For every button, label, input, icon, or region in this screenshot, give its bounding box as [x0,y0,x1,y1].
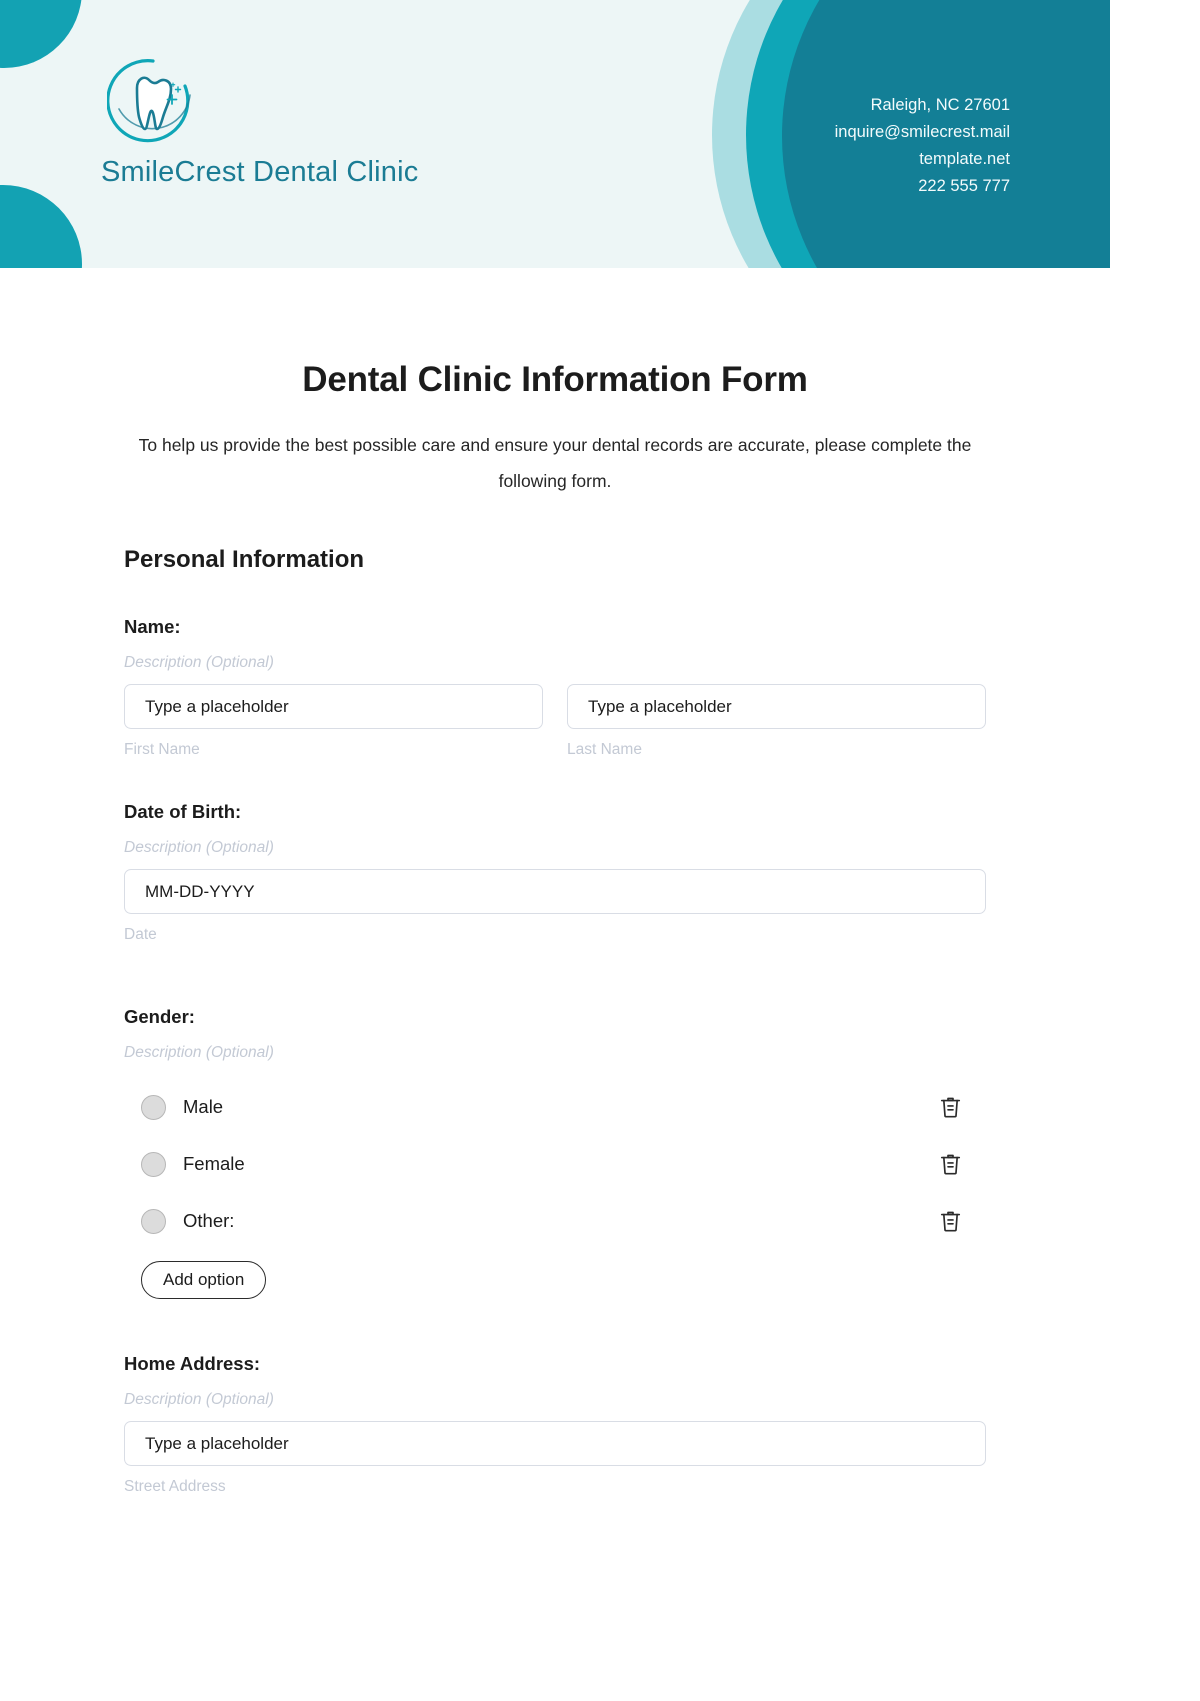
gender-option-other[interactable]: Other: [141,1198,986,1244]
page-subtitle: To help us provide the best possible car… [138,435,972,491]
last-name-sub-label: Last Name [567,741,642,758]
radio-button-female[interactable] [141,1151,166,1177]
radio-button-other[interactable] [141,1208,166,1234]
first-name-column: Type a placeholder First Name [124,684,543,759]
gender-option-female[interactable]: Female [141,1141,986,1187]
section-title-personal-information: Personal Information [124,546,365,573]
contact-email: inquire@smilecrest.mail [834,123,1010,141]
last-name-column: Type a placeholder Last Name [567,684,986,759]
first-name-input[interactable]: Type a placeholder [124,684,543,729]
trash-icon[interactable] [937,1151,964,1178]
field-description-date-of-birth: Description (Optional) [124,839,274,856]
form-content: Dental Clinic Information Form To help u… [0,360,1110,1496]
contact-info: Raleigh, NC 27601 inquire@smilecrest.mai… [835,92,1010,200]
field-gender: Gender: Description (Optional) Male Fema… [124,1006,986,1299]
date-of-birth-input[interactable]: MM-DD-YYYY [124,869,986,914]
form-page: SmileCrest Dental Clinic Raleigh, NC 276… [0,0,1110,1701]
last-name-input[interactable]: Type a placeholder [567,684,986,729]
field-description-name: Description (Optional) [124,654,274,671]
field-label-name: Name: [124,616,181,637]
address-input-row: Type a placeholder Street Address [124,1421,986,1496]
brand-block: SmileCrest Dental Clinic [101,55,521,189]
dob-column: MM-DD-YYYY Date [124,869,986,944]
page-title: Dental Clinic Information Form [302,360,808,399]
field-label-home-address: Home Address: [124,1353,261,1374]
field-label-date-of-birth: Date of Birth: [124,801,242,822]
field-date-of-birth: Date of Birth: Description (Optional) MM… [124,801,986,944]
clinic-name: SmileCrest Dental Clinic [101,156,419,188]
first-name-sub-label: First Name [124,741,200,758]
trash-icon[interactable] [937,1094,964,1121]
dob-input-row: MM-DD-YYYY Date [124,869,986,944]
gender-option-label: Other: [183,1210,235,1231]
decorative-circle-bottom-left [0,185,82,268]
street-address-input[interactable]: Type a placeholder [124,1421,986,1466]
radio-button-male[interactable] [141,1094,166,1120]
field-name: Name: Description (Optional) Type a plac… [124,616,986,759]
gender-options-list: Male Female Other: Add option [124,1084,986,1299]
street-address-column: Type a placeholder Street Address [124,1421,986,1496]
gender-option-label: Male [183,1096,224,1117]
name-input-row: Type a placeholder First Name Type a pla… [124,684,986,759]
field-description-gender: Description (Optional) [124,1044,274,1061]
gender-option-label: Female [183,1153,245,1174]
field-home-address: Home Address: Description (Optional) Typ… [124,1353,986,1496]
page-header: SmileCrest Dental Clinic Raleigh, NC 276… [0,0,1110,268]
date-of-birth-sub-label: Date [124,926,157,943]
gender-option-male[interactable]: Male [141,1084,986,1130]
field-description-home-address: Description (Optional) [124,1391,274,1408]
tooth-in-circle-logo-icon [106,55,199,147]
contact-phone: 222 555 777 [918,177,1010,195]
street-address-sub-label: Street Address [124,1478,226,1495]
contact-address: Raleigh, NC 27601 [870,96,1010,114]
field-label-gender: Gender: [124,1006,195,1027]
decorative-circle-top-left [0,0,82,68]
add-option-button[interactable]: Add option [141,1261,267,1299]
trash-icon[interactable] [937,1208,964,1235]
contact-website: template.net [919,150,1010,168]
